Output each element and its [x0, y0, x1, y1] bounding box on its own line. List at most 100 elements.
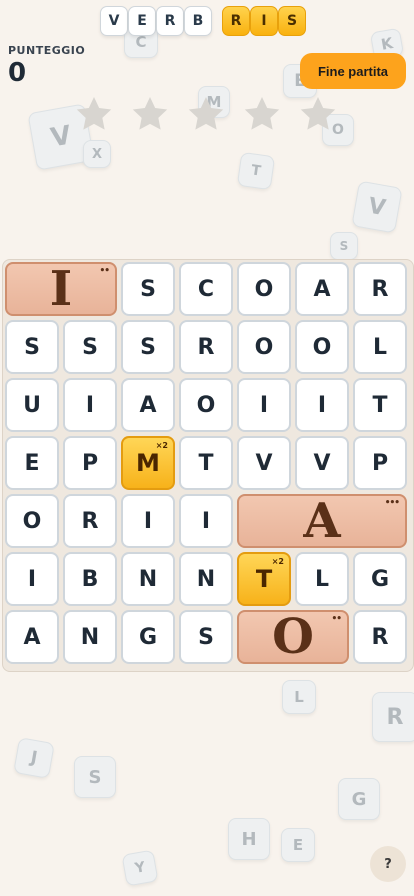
letter-tile[interactable]: I: [295, 378, 349, 432]
letter-tile[interactable]: I: [5, 552, 59, 606]
bonus-word-tile: I: [250, 6, 278, 36]
letter-tile[interactable]: V: [295, 436, 349, 490]
tile-letter: V: [313, 450, 331, 476]
letter-tile[interactable]: O: [237, 262, 291, 316]
letter-tile[interactable]: I: [63, 378, 117, 432]
letter-tile[interactable]: P: [63, 436, 117, 490]
word-tile: E: [128, 6, 156, 36]
letter-tile[interactable]: C: [179, 262, 233, 316]
letter-tile[interactable]: E: [5, 436, 59, 490]
current-word-tiles: VERBRIS: [100, 6, 306, 36]
letter-tile[interactable]: I: [121, 494, 175, 548]
background-letter: H: [228, 818, 270, 860]
letter-tile[interactable]: R: [63, 494, 117, 548]
letter-tile[interactable]: R: [353, 262, 407, 316]
tile-letter: S: [140, 334, 156, 360]
background-letter: J: [13, 737, 55, 779]
tile-letter: O: [196, 392, 216, 418]
star-icon: [186, 94, 226, 134]
letter-tile[interactable]: R: [353, 610, 407, 664]
bonus-word-tile: R: [222, 6, 250, 36]
letter-tile[interactable]: N: [63, 610, 117, 664]
letter-tile[interactable]: N: [179, 552, 233, 606]
letter-tile[interactable]: L: [295, 552, 349, 606]
letter-tile[interactable]: O: [295, 320, 349, 374]
letter-tile[interactable]: I: [179, 494, 233, 548]
letter-tile[interactable]: G: [353, 552, 407, 606]
bonus-block-tile[interactable]: I ••: [5, 261, 117, 317]
tile-letter: O: [254, 334, 274, 360]
letter-tile[interactable]: O: [5, 494, 59, 548]
letter-tile[interactable]: N: [121, 552, 175, 606]
letter-tile[interactable]: A: [295, 262, 349, 316]
end-game-button[interactable]: Fine partita: [300, 53, 406, 89]
tile-letter: T: [198, 450, 214, 476]
letter-tile[interactable]: T: [353, 378, 407, 432]
tile-dots: ••: [99, 266, 109, 276]
tile-letter: P: [81, 450, 99, 476]
letter-tile[interactable]: P: [353, 436, 407, 490]
background-letter: S: [330, 232, 358, 260]
tile-letter: L: [372, 334, 388, 360]
background-letter: Y: [121, 849, 159, 887]
tile-letter: P: [371, 450, 389, 476]
tile-letter: I: [49, 261, 73, 317]
star-icon: [242, 94, 282, 134]
letter-tile[interactable]: S: [5, 320, 59, 374]
tile-letter: R: [371, 276, 389, 302]
tile-letter: S: [82, 334, 98, 360]
bonus-word-tile: S: [278, 6, 306, 36]
multiplier-badge: ×2: [155, 441, 168, 450]
letter-tile[interactable]: S: [63, 320, 117, 374]
background-letter: L: [282, 680, 316, 714]
letter-tile[interactable]: R: [179, 320, 233, 374]
bonus-block-tile[interactable]: A •••: [237, 493, 407, 549]
tile-letter: N: [80, 624, 100, 650]
multiplier-tile[interactable]: M ×2: [121, 436, 175, 490]
tile-letter: A: [313, 276, 331, 302]
letter-tile[interactable]: S: [121, 262, 175, 316]
tile-letter: G: [138, 624, 158, 650]
letter-tile[interactable]: O: [179, 378, 233, 432]
multiplier-badge: ×2: [271, 557, 284, 566]
letter-tile[interactable]: L: [353, 320, 407, 374]
star-icon: [298, 94, 338, 134]
letter-tile[interactable]: S: [121, 320, 175, 374]
letter-tile[interactable]: B: [63, 552, 117, 606]
letter-tile[interactable]: V: [237, 436, 291, 490]
tile-letter: N: [196, 566, 216, 592]
background-letter: G: [338, 778, 380, 820]
help-button[interactable]: ?: [370, 846, 406, 882]
score-value: 0: [8, 58, 27, 88]
background-letter: S: [74, 756, 116, 798]
tile-letter: O: [254, 276, 274, 302]
tile-letter: S: [140, 276, 156, 302]
letter-tile[interactable]: A: [5, 610, 59, 664]
letter-tile[interactable]: G: [121, 610, 175, 664]
background-letter: R: [372, 692, 414, 742]
tile-letter: N: [138, 566, 158, 592]
tile-letter: I: [201, 508, 211, 534]
tile-letter: U: [23, 392, 41, 418]
letter-tile[interactable]: T: [179, 436, 233, 490]
word-tile: R: [156, 6, 184, 36]
tile-letter: R: [371, 624, 389, 650]
letter-tile[interactable]: I: [237, 378, 291, 432]
tile-letter: M: [136, 449, 160, 477]
tile-letter: R: [81, 508, 99, 534]
tile-letter: I: [85, 392, 95, 418]
tile-letter: O: [22, 508, 42, 534]
letter-tile[interactable]: U: [5, 378, 59, 432]
tile-letter: E: [24, 450, 40, 476]
bonus-block-tile[interactable]: O ••: [237, 609, 349, 665]
letter-tile[interactable]: S: [179, 610, 233, 664]
tile-dots: ••: [331, 614, 341, 624]
tile-letter: A: [303, 493, 341, 549]
letter-board: I •• S C O A R S S S R O O L U I A O I I T E P M ×2 T V V P O R I I A ••• I…: [2, 259, 414, 672]
tile-letter: T: [372, 392, 388, 418]
tile-letter: A: [23, 624, 41, 650]
letter-tile[interactable]: A: [121, 378, 175, 432]
tile-dots: •••: [384, 498, 400, 508]
multiplier-tile[interactable]: T ×2: [237, 552, 291, 606]
letter-tile[interactable]: O: [237, 320, 291, 374]
